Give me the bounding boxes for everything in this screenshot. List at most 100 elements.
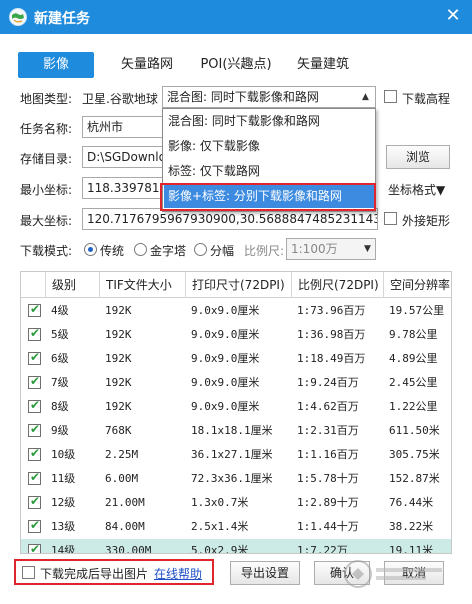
cell-resolution: 1.22公里 bbox=[389, 400, 438, 413]
header-resolution[interactable]: 空间分辨率 bbox=[383, 272, 451, 298]
cell-resolution: 38.22米 bbox=[389, 520, 434, 533]
cell-level: 8级 bbox=[51, 400, 69, 413]
tab-poi[interactable]: POI(兴趣点) bbox=[188, 52, 284, 78]
row-checkbox[interactable] bbox=[28, 422, 41, 437]
scale-select[interactable]: 1:100万 bbox=[286, 238, 376, 260]
tab-imagery[interactable]: 影像 bbox=[18, 52, 94, 78]
download-elevation-checkbox[interactable] bbox=[384, 90, 397, 103]
cell-level: 11级 bbox=[51, 472, 76, 485]
task-name-label: 任务名称: bbox=[20, 122, 73, 136]
table-row[interactable]: 7级 192K 9.0x9.0厘米 1:9.24百万 2.45公里 bbox=[21, 371, 451, 395]
tab-vector-roads[interactable]: 矢量路网 bbox=[104, 52, 190, 78]
cell-resolution: 305.75米 bbox=[389, 448, 440, 461]
dropdown-option-mixed[interactable]: 混合图: 同时下载影像和路网 bbox=[164, 110, 374, 133]
cell-tif-size: 192K bbox=[105, 400, 132, 413]
row-checkbox[interactable] bbox=[28, 518, 41, 533]
dropdown-option-imagery-plus-labels[interactable]: 影像+标签: 分别下载影像和路网 bbox=[164, 185, 374, 208]
cell-print-size: 5.0x2.9米 bbox=[191, 544, 249, 554]
cell-level: 9级 bbox=[51, 424, 69, 437]
row-checkbox[interactable] bbox=[28, 350, 41, 365]
cell-level: 12级 bbox=[51, 496, 76, 509]
close-icon[interactable]: ✕ bbox=[442, 5, 464, 27]
globe-logo-icon bbox=[9, 8, 27, 26]
cell-print-size: 1.3x0.7米 bbox=[191, 496, 249, 509]
cell-scale: 1:36.98百万 bbox=[297, 328, 366, 341]
ok-button[interactable]: 确认 bbox=[314, 561, 370, 585]
min-coord-input[interactable]: 118.33978124 bbox=[82, 177, 164, 199]
table-row[interactable]: 12级 21.00M 1.3x0.7米 1:2.89十万 76.44米 bbox=[21, 491, 451, 515]
cell-tif-size: 192K bbox=[105, 304, 132, 317]
cell-level: 4级 bbox=[51, 304, 69, 317]
save-dir-label: 存储目录: bbox=[20, 152, 73, 166]
mode-tiled-radio[interactable] bbox=[194, 243, 207, 256]
header-level[interactable]: 级别 bbox=[45, 272, 99, 298]
row-checkbox[interactable] bbox=[28, 542, 41, 553]
cell-print-size: 9.0x9.0厘米 bbox=[191, 304, 260, 317]
download-elevation-label: 下载高程 bbox=[402, 92, 451, 106]
cell-print-size: 9.0x9.0厘米 bbox=[191, 352, 260, 365]
window-title: 新建任务 bbox=[34, 11, 90, 27]
scale-label: 比例尺: bbox=[244, 244, 285, 258]
table-row[interactable]: 14级 330.00M 5.0x2.9米 1:7.22万 19.11米 bbox=[21, 539, 451, 554]
export-settings-button[interactable]: 导出设置 bbox=[230, 561, 300, 585]
task-name-input[interactable]: 杭州市 bbox=[82, 116, 164, 138]
cell-scale: 1:7.22万 bbox=[297, 544, 348, 554]
header-scale[interactable]: 比例尺(72DPI) bbox=[291, 272, 383, 298]
export-after-download-checkbox[interactable] bbox=[22, 566, 35, 579]
cell-level: 5级 bbox=[51, 328, 69, 341]
map-type-label: 地图类型: bbox=[20, 92, 73, 106]
row-checkbox[interactable] bbox=[28, 374, 41, 389]
cell-level: 13级 bbox=[51, 520, 76, 533]
header-tif-size[interactable]: TIF文件大小 bbox=[99, 272, 185, 298]
export-after-download-label: 下载完成后导出图片 bbox=[40, 567, 149, 581]
table-row[interactable]: 9级 768K 18.1x18.1厘米 1:2.31百万 611.50米 bbox=[21, 419, 451, 443]
bounding-rect-checkbox[interactable] bbox=[384, 212, 397, 225]
max-coord-value: 120.7176795967930900,30.5688847485231143 bbox=[87, 212, 378, 226]
tab-vector-buildings[interactable]: 矢量建筑 bbox=[280, 52, 366, 78]
dropdown-option-labels-only[interactable]: 标签: 仅下载路网 bbox=[164, 160, 374, 183]
cell-scale: 1:9.24百万 bbox=[297, 376, 359, 389]
row-checkbox[interactable] bbox=[28, 494, 41, 509]
cell-scale: 1:18.49百万 bbox=[297, 352, 366, 365]
row-checkbox[interactable] bbox=[28, 302, 41, 317]
dropdown-option-imagery-only[interactable]: 影像: 仅下载影像 bbox=[164, 135, 374, 158]
cancel-button[interactable]: 取消 bbox=[384, 561, 444, 585]
table-row[interactable]: 10级 2.25M 36.1x27.1厘米 1:1.16百万 305.75米 bbox=[21, 443, 451, 467]
table-row[interactable]: 5级 192K 9.0x9.0厘米 1:36.98百万 9.78公里 bbox=[21, 323, 451, 347]
table-row[interactable]: 8级 192K 9.0x9.0厘米 1:4.62百万 1.22公里 bbox=[21, 395, 451, 419]
mode-dropdown-list: 混合图: 同时下载影像和路网 影像: 仅下载影像 标签: 仅下载路网 影像+标签… bbox=[162, 108, 376, 212]
levels-table: 级别 TIF文件大小 打印尺寸(72DPI) 比例尺(72DPI) 空间分辨率 … bbox=[20, 271, 452, 554]
row-checkbox[interactable] bbox=[28, 326, 41, 341]
mode-traditional-label: 传统 bbox=[100, 244, 125, 258]
row-checkbox[interactable] bbox=[28, 470, 41, 485]
online-help-link[interactable]: 在线帮助 bbox=[154, 565, 202, 582]
header-print-size[interactable]: 打印尺寸(72DPI) bbox=[185, 272, 291, 298]
mode-traditional-radio[interactable] bbox=[84, 243, 97, 256]
row-checkbox[interactable] bbox=[28, 446, 41, 461]
table-row[interactable]: 6级 192K 9.0x9.0厘米 1:18.49百万 4.89公里 bbox=[21, 347, 451, 371]
coord-format-button[interactable]: 坐标格式▼ bbox=[388, 181, 445, 198]
min-coord-value: 118.33978124 bbox=[87, 181, 163, 195]
cell-scale: 1:1.44十万 bbox=[297, 520, 359, 533]
cell-tif-size: 21.00M bbox=[105, 496, 145, 509]
map-type-value[interactable]: 卫星.谷歌地球 bbox=[82, 90, 158, 107]
cell-scale: 1:73.96百万 bbox=[297, 304, 366, 317]
table-row[interactable]: 4级 192K 9.0x9.0厘米 1:73.96百万 19.57公里 bbox=[21, 299, 451, 323]
cell-print-size: 18.1x18.1厘米 bbox=[191, 424, 273, 437]
cell-print-size: 9.0x9.0厘米 bbox=[191, 328, 260, 341]
mode-pyramid-radio[interactable] bbox=[134, 243, 147, 256]
save-dir-input[interactable]: D:\SGDownlo bbox=[82, 146, 164, 168]
cell-tif-size: 2.25M bbox=[105, 448, 139, 461]
mode-select[interactable]: 混合图: 同时下载影像和路网 bbox=[162, 86, 376, 108]
cell-tif-size: 6.00M bbox=[105, 472, 139, 485]
chevron-down-icon: ▼ bbox=[364, 244, 371, 254]
table-row[interactable]: 11级 6.00M 72.3x36.1厘米 1:5.78十万 152.87米 bbox=[21, 467, 451, 491]
row-checkbox[interactable] bbox=[28, 398, 41, 413]
task-name-value: 杭州市 bbox=[87, 120, 124, 134]
cell-resolution: 76.44米 bbox=[389, 496, 434, 509]
table-row[interactable]: 13级 84.00M 2.5x1.4米 1:1.44十万 38.22米 bbox=[21, 515, 451, 539]
triangle-up-icon: ▲ bbox=[362, 92, 369, 102]
cell-scale: 1:5.78十万 bbox=[297, 472, 359, 485]
cell-resolution: 4.89公里 bbox=[389, 352, 438, 365]
browse-button[interactable]: 浏览 bbox=[386, 145, 450, 169]
